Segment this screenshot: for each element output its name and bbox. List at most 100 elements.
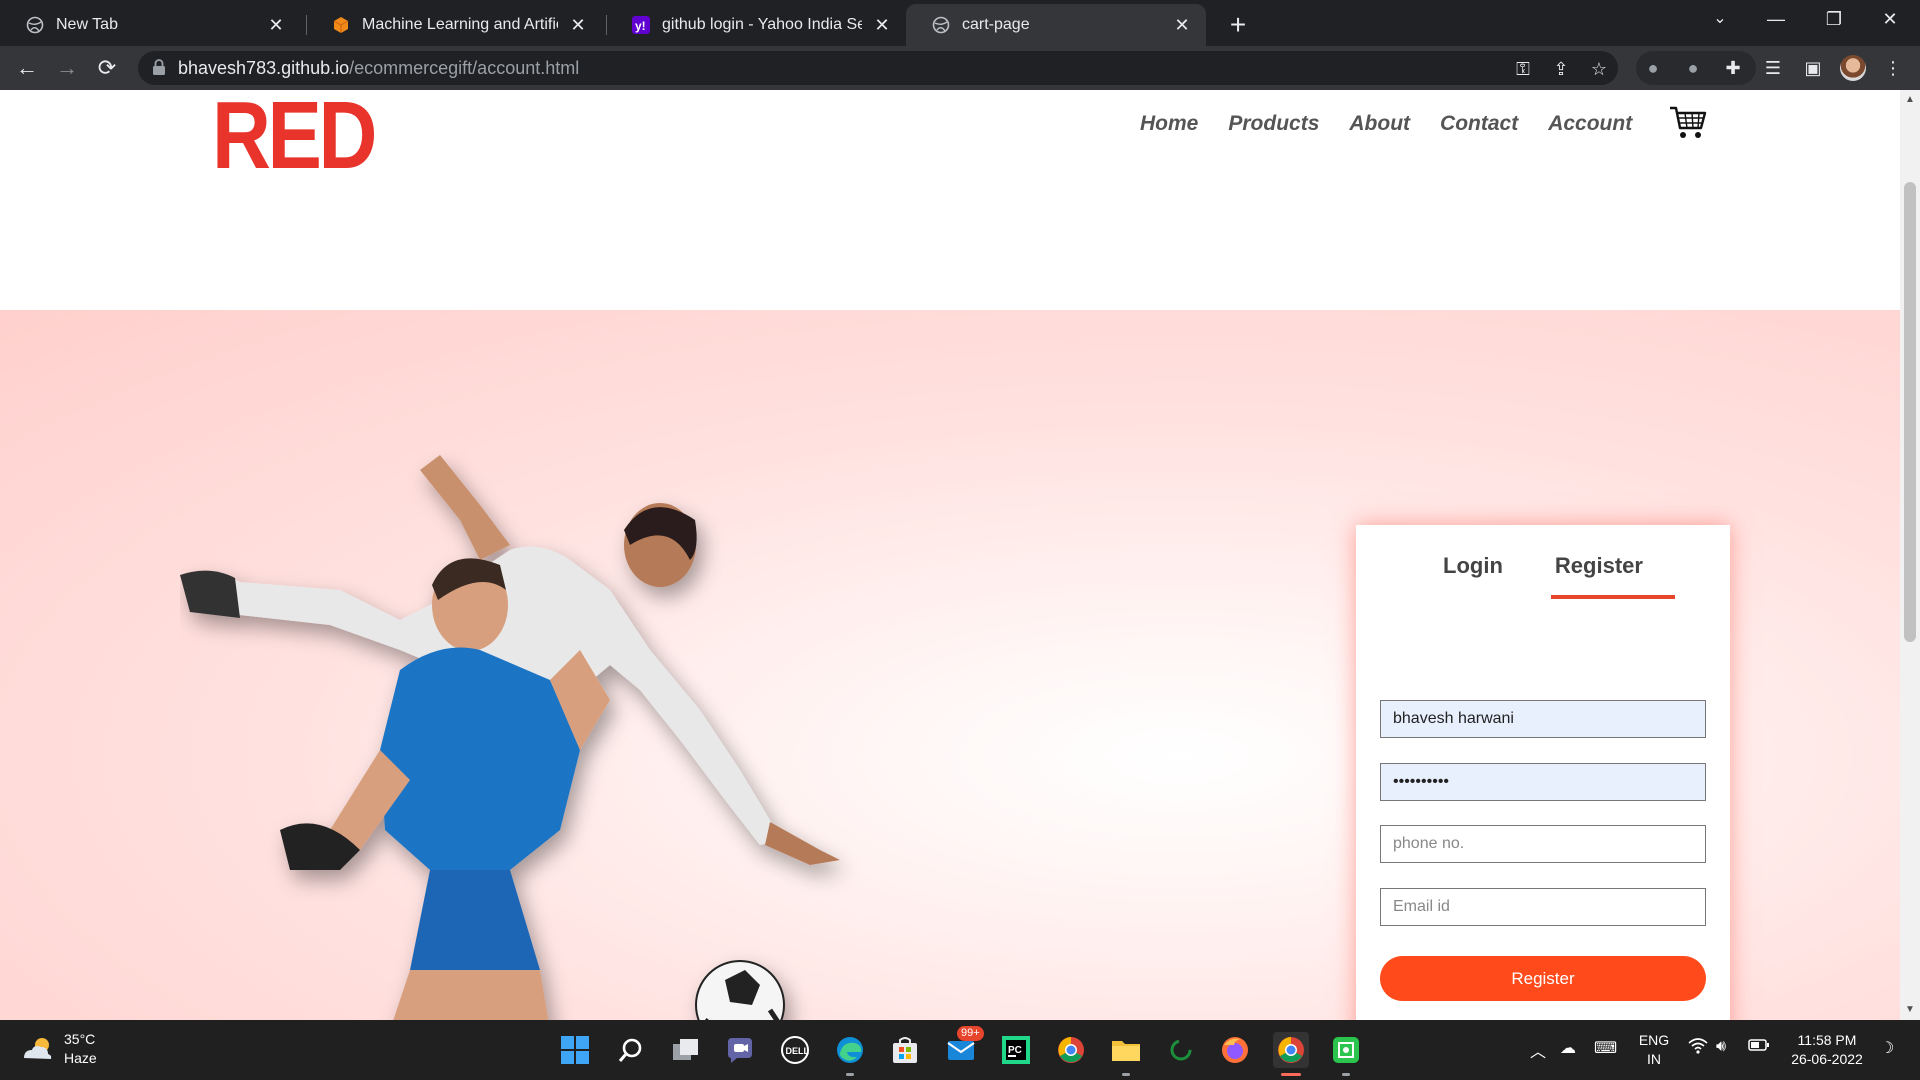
running-indicator [846,1073,854,1076]
main-nav: Home Products About Contact Account [1140,112,1632,136]
mail-unread-badge: 99+ [957,1026,984,1041]
microsoft-store-icon[interactable] [887,1032,923,1068]
language-indicator[interactable]: ENG IN [1634,1031,1674,1069]
tab-search-chevron-icon[interactable]: ⌄ [1692,0,1748,40]
tab-title: Machine Learning and Artificial Ir [362,16,558,33]
tab-new-tab[interactable]: New Tab ✕ [0,4,300,46]
hero-section: Login Register bhavesh harwani •••••••••… [0,310,1900,1020]
scroll-down-arrow-icon[interactable]: ▼ [1904,1004,1916,1016]
bookmark-star-icon[interactable]: ☆ [1588,58,1610,80]
extension-icon[interactable]: ● [1642,57,1664,79]
tab-yahoo-search[interactable]: y! github login - Yahoo India Searc ✕ [606,4,906,46]
time: 11:58 PM [1797,1032,1857,1048]
spinner-app-icon[interactable] [1163,1032,1199,1068]
lock-icon [153,59,165,75]
close-window-button[interactable]: ✕ [1862,0,1918,40]
minimize-button[interactable]: — [1748,0,1804,40]
register-button[interactable]: Register [1380,956,1706,1001]
screen-sketch-icon[interactable] [1328,1032,1364,1076]
teams-chat-icon[interactable] [722,1032,758,1068]
pycharm-icon[interactable]: PC [998,1032,1034,1068]
onedrive-offline-icon[interactable]: ☁ [1560,1038,1576,1058]
wifi-icon[interactable] [1688,1038,1708,1059]
nav-about[interactable]: About [1349,112,1410,136]
svg-text:DELL: DELL [786,1046,810,1056]
lang-code: ENG [1638,1032,1670,1048]
globe-icon [26,16,44,34]
profile-avatar[interactable] [1840,55,1866,81]
battery-icon[interactable] [1748,1038,1770,1057]
password-field[interactable]: •••••••••• [1380,763,1706,801]
active-tab-indicator [1551,595,1675,599]
scrollbar-thumb[interactable] [1904,182,1916,642]
extension-icon[interactable]: ● [1682,57,1704,79]
close-tab-icon[interactable]: ✕ [872,15,892,36]
nav-contact[interactable]: Contact [1440,112,1518,136]
key-icon[interactable]: ⚿ [1512,58,1534,80]
forward-button[interactable]: → [52,53,82,83]
username-field[interactable]: bhavesh harwani [1380,700,1706,738]
account-form-card: Login Register bhavesh harwani •••••••••… [1356,525,1730,1020]
mail-icon[interactable]: 99+ [943,1026,984,1068]
page-viewport: RED Home Products About Contact Account [0,90,1900,1020]
firefox-icon[interactable] [1217,1032,1253,1068]
url-host: bhavesh783.github.io [178,58,350,78]
chrome-icon[interactable] [1053,1032,1089,1068]
back-button[interactable]: ← [12,53,42,83]
volume-icon[interactable]: 🔊︎ [1716,1038,1726,1056]
chrome-active-icon[interactable] [1273,1032,1309,1076]
windows-start-icon[interactable] [557,1032,593,1068]
tab-machine-learning[interactable]: Machine Learning and Artificial Ir ✕ [306,4,602,46]
share-icon[interactable]: ⇪ [1550,58,1572,80]
edge-browser-icon[interactable] [832,1032,868,1076]
cube-icon [332,16,350,34]
nav-home[interactable]: Home [1140,112,1198,136]
tab-cart-page[interactable]: cart-page ✕ [906,4,1206,46]
windows-taskbar: 35°C Haze DELL 99+ PC ︿ ☁ ⌨ ENG IN 🔊︎ 11… [0,1020,1920,1080]
tab-title: New Tab [56,16,118,33]
tab-title: cart-page [962,16,1030,33]
yahoo-icon: y! [632,16,650,34]
tab-login[interactable]: Login [1443,553,1503,579]
show-hidden-icons-chevron-icon[interactable]: ︿ [1530,1038,1546,1062]
haze-weather-icon [24,1038,52,1059]
search-icon[interactable] [613,1032,649,1068]
shopping-cart-icon[interactable] [1668,102,1708,142]
restore-button[interactable]: ❐ [1806,0,1862,40]
svg-text:y!: y! [635,19,646,33]
notifications-icon[interactable]: ☽ [1880,1038,1894,1058]
url-path: /ecommercegift/account.html [349,58,580,78]
phone-field[interactable]: phone no. [1380,825,1706,863]
file-explorer-icon[interactable] [1108,1032,1144,1076]
running-indicator [1122,1073,1130,1076]
form-tabs: Login Register [1356,553,1730,579]
task-view-icon[interactable] [668,1032,704,1068]
dell-icon[interactable]: DELL [777,1032,813,1068]
active-indicator [1281,1073,1301,1076]
reading-list-icon[interactable]: ☰ [1762,57,1784,79]
nav-products[interactable]: Products [1228,112,1319,136]
kebab-menu-icon[interactable]: ⋮ [1882,57,1904,79]
scroll-up-arrow-icon[interactable]: ▲ [1904,94,1916,106]
browser-toolbar: ← → ⟳ bhavesh783.github.io/ecommercegift… [0,46,1920,90]
close-tab-icon[interactable]: ✕ [1172,15,1192,36]
tab-title: github login - Yahoo India Searc [662,16,862,33]
email-field[interactable]: Email id [1380,888,1706,926]
running-indicator [1342,1073,1350,1076]
clock[interactable]: 11:58 PM 26-06-2022 [1782,1031,1872,1069]
address-bar[interactable]: bhavesh783.github.io/ecommercegift/accou… [138,51,1618,85]
weather-condition: Haze [64,1050,97,1066]
side-panel-icon[interactable]: ▣ [1802,57,1824,79]
close-tab-icon[interactable]: ✕ [266,15,286,36]
keyboard-icon[interactable]: ⌨ [1594,1038,1617,1058]
globe-icon [932,16,950,34]
page-scrollbar[interactable]: ▲ ▼ [1900,90,1920,1020]
tab-register[interactable]: Register [1555,553,1643,579]
new-tab-button[interactable]: + [1220,8,1256,44]
puzzle-icon[interactable]: ✚ [1722,57,1744,79]
nav-account[interactable]: Account [1548,112,1632,136]
site-logo[interactable]: RED [212,90,374,168]
reload-button[interactable]: ⟳ [92,53,122,83]
weather-widget[interactable]: 35°C Haze [20,1030,97,1068]
close-tab-icon[interactable]: ✕ [568,15,588,36]
